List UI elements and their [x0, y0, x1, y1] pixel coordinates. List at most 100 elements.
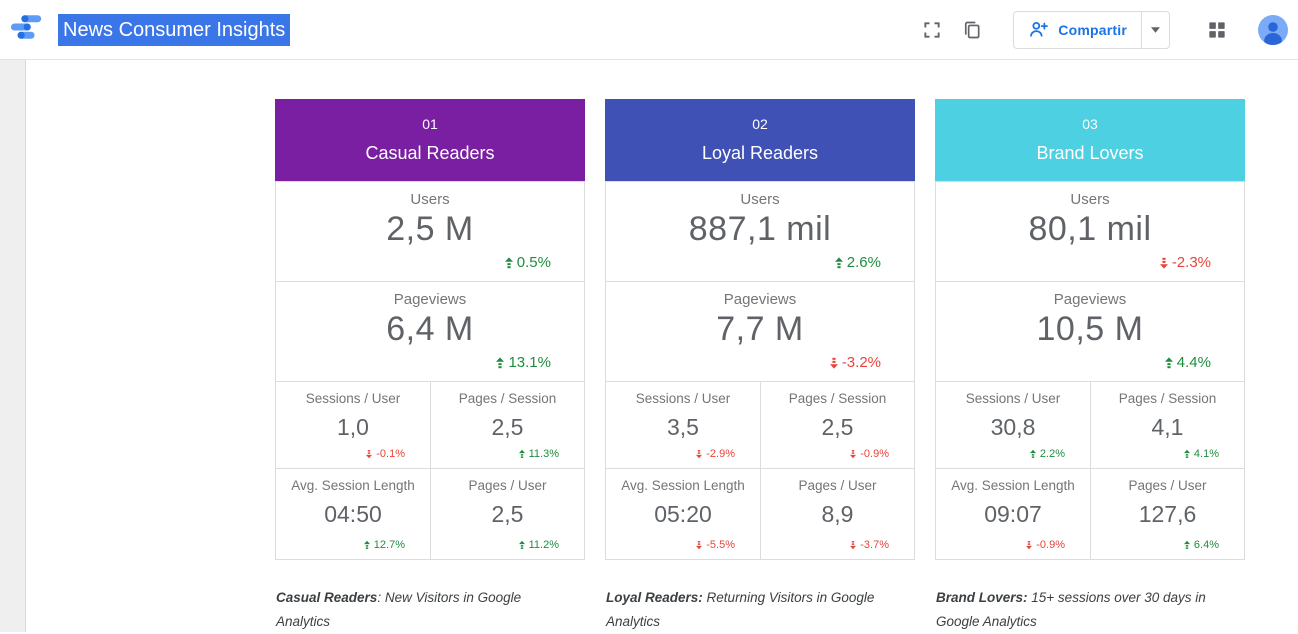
- card-header: 02 Loyal Readers: [605, 99, 915, 181]
- avg-session-length-scorecard: Avg. Session Length 05:20 -5.5%: [606, 468, 760, 559]
- avg-session-length-scorecard: Avg. Session Length 04:50 12.7%: [276, 468, 430, 559]
- data-studio-logo-icon[interactable]: [10, 14, 44, 45]
- change-arrow-icon: [696, 540, 702, 550]
- card-number: 02: [605, 116, 915, 132]
- metric-value: 8,9: [761, 501, 914, 528]
- users-scorecard: Users 80,1 mil -2.3%: [936, 182, 1244, 282]
- metric-label: Users: [276, 182, 584, 208]
- metric-label: Pages / Session: [1091, 382, 1244, 406]
- metric-value: 887,1 mil: [606, 210, 914, 249]
- pages-per-user-scorecard: Pages / User 2,5 11.2%: [430, 468, 584, 559]
- metric-label: Sessions / User: [936, 382, 1090, 406]
- share-button-label: Compartir: [1058, 22, 1127, 38]
- sessions-per-user-scorecard: Sessions / User 1,0 -0.1%: [276, 382, 430, 468]
- metric-label: Sessions / User: [606, 382, 760, 406]
- metric-value: 05:20: [606, 501, 760, 528]
- metric-value: 2,5 M: [276, 210, 584, 249]
- pageviews-scorecard: Pageviews 6,4 M 13.1%: [276, 282, 584, 382]
- change-arrow-icon: [1184, 449, 1190, 459]
- pages-per-session-scorecard: Pages / Session 2,5 11.3%: [430, 382, 584, 468]
- metric-change: 6.4%: [1184, 539, 1219, 551]
- change-arrow-icon: [519, 540, 525, 550]
- card-number: 03: [935, 116, 1245, 132]
- metric-change: 2.2%: [1030, 448, 1065, 460]
- change-arrow-icon: [835, 257, 843, 269]
- change-arrow-icon: [496, 357, 504, 369]
- users-scorecard: Users 887,1 mil 2.6%: [606, 182, 914, 282]
- avg-session-length-scorecard: Avg. Session Length 09:07 -0.9%: [936, 468, 1090, 559]
- change-arrow-icon: [366, 449, 372, 459]
- change-arrow-icon: [850, 540, 856, 550]
- share-button[interactable]: Compartir: [1014, 12, 1141, 48]
- card-title: Brand Lovers: [935, 143, 1245, 164]
- card-title: Loyal Readers: [605, 143, 915, 164]
- metric-change: 11.3%: [519, 448, 559, 460]
- secondary-metrics: Sessions / User 1,0 -0.1% Pages / Sessio…: [276, 382, 584, 559]
- metric-label: Pages / User: [431, 469, 584, 493]
- copy-pages-button[interactable]: [953, 11, 991, 49]
- metric-value: 4,1: [1091, 414, 1244, 441]
- share-options-button[interactable]: [1141, 12, 1169, 48]
- metric-value: 10,5 M: [936, 310, 1244, 349]
- change-arrow-icon: [364, 540, 370, 550]
- pageviews-scorecard: Pageviews 7,7 M -3.2%: [606, 282, 914, 382]
- metric-value: 3,5: [606, 414, 760, 441]
- metric-change: 2.6%: [835, 254, 881, 271]
- metric-value: 04:50: [276, 501, 430, 528]
- metric-change: 4.4%: [1165, 354, 1211, 371]
- change-arrow-icon: [1030, 449, 1036, 459]
- user-avatar[interactable]: [1258, 15, 1288, 45]
- segment-definition: Loyal Readers: Returning Visitors in Goo…: [606, 586, 886, 634]
- metric-label: Pageviews: [936, 282, 1244, 308]
- fullscreen-button[interactable]: [913, 11, 951, 49]
- metric-value: 6,4 M: [276, 310, 584, 349]
- dropdown-caret-icon: [1151, 27, 1160, 33]
- copy-pages-icon: [962, 20, 982, 40]
- segment-definition: Brand Lovers: 15+ sessions over 30 days …: [936, 586, 1216, 634]
- share-split-button: Compartir: [1013, 11, 1170, 49]
- change-arrow-icon: [830, 357, 838, 369]
- pages-per-session-scorecard: Pages / Session 2,5 -0.9%: [760, 382, 914, 468]
- card-brand-lovers: 03 Brand Lovers Users 80,1 mil -2.3% Pag…: [935, 99, 1245, 634]
- metric-change: -3.2%: [830, 354, 881, 371]
- page-left-gutter: [0, 59, 26, 632]
- card-number: 01: [275, 116, 585, 132]
- apps-grid-icon: [1208, 21, 1226, 39]
- card-loyal-readers: 02 Loyal Readers Users 887,1 mil 2.6% Pa…: [605, 99, 915, 634]
- metric-change: 4.1%: [1184, 448, 1219, 460]
- metric-change: 12.7%: [364, 539, 405, 551]
- metric-change: -2.9%: [696, 448, 735, 460]
- change-arrow-icon: [850, 449, 856, 459]
- metric-label: Avg. Session Length: [276, 469, 430, 493]
- report-title: News Consumer Insights: [58, 14, 290, 46]
- change-arrow-icon: [1165, 357, 1173, 369]
- metric-value: 2,5: [431, 501, 584, 528]
- metric-change: 13.1%: [496, 354, 551, 371]
- metric-label: Users: [936, 182, 1244, 208]
- metric-change: -0.1%: [366, 448, 405, 460]
- metric-change: -3.7%: [850, 539, 889, 551]
- pageviews-scorecard: Pageviews 10,5 M 4.4%: [936, 282, 1244, 382]
- change-arrow-icon: [1160, 257, 1168, 269]
- metric-change: -0.9%: [1026, 539, 1065, 551]
- pages-per-session-scorecard: Pages / Session 4,1 4.1%: [1090, 382, 1244, 468]
- person-add-icon: [1028, 19, 1049, 40]
- metric-value: 7,7 M: [606, 310, 914, 349]
- fullscreen-icon: [922, 20, 942, 40]
- card-header: 01 Casual Readers: [275, 99, 585, 181]
- change-arrow-icon: [1184, 540, 1190, 550]
- metric-value: 1,0: [276, 414, 430, 441]
- sessions-per-user-scorecard: Sessions / User 30,8 2.2%: [936, 382, 1090, 468]
- metric-label: Pages / User: [761, 469, 914, 493]
- metric-label: Pages / Session: [431, 382, 584, 406]
- card-casual-readers: 01 Casual Readers Users 2,5 M 0.5% Pagev…: [275, 99, 585, 634]
- change-arrow-icon: [1026, 540, 1032, 550]
- metric-change: -5.5%: [696, 539, 735, 551]
- secondary-metrics: Sessions / User 30,8 2.2% Pages / Sessio…: [936, 382, 1244, 559]
- apps-grid-button[interactable]: [1198, 11, 1236, 49]
- change-arrow-icon: [505, 257, 513, 269]
- metric-change: -0.9%: [850, 448, 889, 460]
- metric-change: 0.5%: [505, 254, 551, 271]
- card-body: Users 80,1 mil -2.3% Pageviews 10,5 M 4.…: [935, 181, 1245, 560]
- sessions-per-user-scorecard: Sessions / User 3,5 -2.9%: [606, 382, 760, 468]
